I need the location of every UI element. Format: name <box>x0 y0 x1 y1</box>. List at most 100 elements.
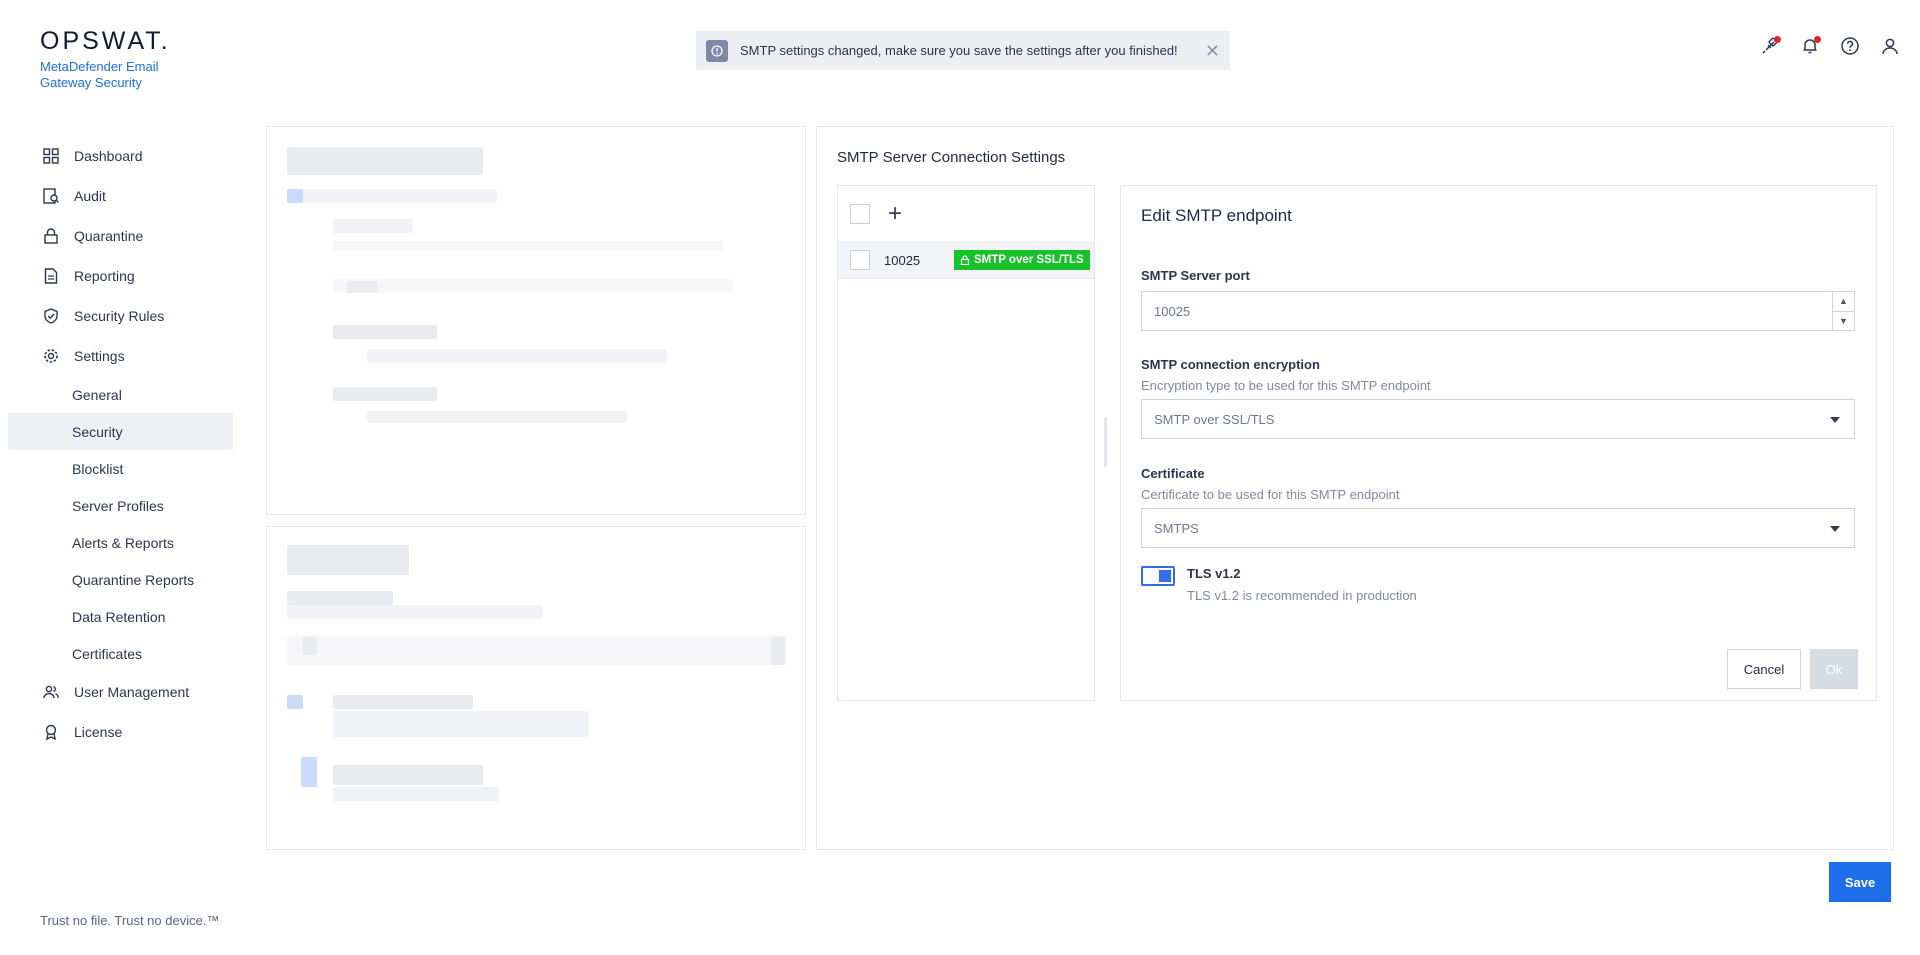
encryption-label: SMTP connection encryption <box>1141 357 1320 372</box>
lock-icon <box>960 255 970 265</box>
tls-label: TLS v1.2 <box>1187 566 1241 581</box>
help-icon[interactable] <box>1840 36 1862 58</box>
add-icon[interactable]: + <box>888 201 902 226</box>
redacted-block <box>333 279 733 293</box>
encryption-value: SMTP over SSL/TLS <box>1154 411 1275 427</box>
redacted-block <box>287 591 393 605</box>
resize-handle[interactable] <box>1104 417 1107 467</box>
notification-dot <box>1774 36 1781 43</box>
certificate-label: Certificate <box>1141 466 1205 481</box>
sidebar-sub-general[interactable]: General <box>0 376 240 413</box>
redacted-block <box>333 765 483 785</box>
redacted-panel-bottom <box>266 526 806 850</box>
header-actions <box>1760 36 1902 58</box>
redacted-block <box>333 325 437 339</box>
increment-icon[interactable]: ▲ <box>1833 292 1854 312</box>
redacted-block <box>333 711 589 737</box>
brand-name: OPSWAT. <box>40 27 171 55</box>
redacted-block <box>347 281 377 293</box>
sidebar-sub-alerts-reports[interactable]: Alerts & Reports <box>0 524 240 561</box>
list-toolbar: + <box>838 186 1094 242</box>
toggle-knob <box>1159 570 1171 582</box>
sidebar-item-dashboard[interactable]: Dashboard <box>0 136 240 176</box>
row-checkbox[interactable] <box>850 250 870 270</box>
redacted-block <box>287 545 409 575</box>
info-icon <box>706 39 728 62</box>
user-icon[interactable] <box>1880 36 1902 58</box>
sidebar-item-label: Quarantine <box>74 228 144 244</box>
redacted-block <box>287 189 497 203</box>
redacted-block <box>333 695 473 709</box>
ok-button[interactable]: Ok <box>1810 649 1858 689</box>
redacted-block <box>287 189 303 203</box>
redacted-block <box>771 637 785 665</box>
sidebar-item-user-management[interactable]: User Management <box>0 672 240 712</box>
sidebar-item-label: Security Rules <box>74 308 165 324</box>
edit-endpoint-form: Edit SMTP endpoint SMTP Server port 1002… <box>1120 185 1877 701</box>
notification-banner: SMTP settings changed, make sure you sav… <box>696 31 1230 70</box>
sidebar-item-reporting[interactable]: Reporting <box>0 256 240 296</box>
product-name: MetaDefender Email Gateway Security <box>40 59 159 90</box>
plug-icon[interactable] <box>1760 36 1782 58</box>
sidebar-item-security-rules[interactable]: Security Rules <box>0 296 240 336</box>
dashboard-icon <box>42 147 60 165</box>
redacted-block <box>333 787 499 801</box>
redacted-block <box>287 635 787 665</box>
sidebar-item-label: Settings <box>74 348 125 364</box>
banner-text: SMTP settings changed, make sure you sav… <box>740 43 1178 58</box>
save-button[interactable]: Save <box>1829 862 1891 902</box>
sidebar-item-label: Audit <box>74 188 106 204</box>
redacted-block <box>301 757 317 787</box>
sidebar-item-license[interactable]: License <box>0 712 240 752</box>
endpoint-list: + 10025 SMTP over SSL/TLS <box>837 185 1095 701</box>
logo[interactable]: OPSWAT. MetaDefender Email Gateway Secur… <box>40 28 180 91</box>
sidebar-sub-quarantine-reports[interactable]: Quarantine Reports <box>0 561 240 598</box>
port-value: 10025 <box>1154 303 1191 319</box>
sidebar-sub-certificates[interactable]: Certificates <box>0 635 240 672</box>
chevron-down-icon <box>1830 417 1840 423</box>
sidebar-item-settings[interactable]: Settings <box>0 336 240 376</box>
redacted-block <box>287 147 483 175</box>
smtp-settings-panel: SMTP Server Connection Settings + 10025 … <box>816 126 1894 850</box>
list-item[interactable]: 10025 SMTP over SSL/TLS <box>838 242 1094 279</box>
cancel-button[interactable]: Cancel <box>1727 649 1801 689</box>
redacted-block <box>303 637 317 655</box>
sidebar-sub-security[interactable]: Security <box>8 413 233 450</box>
encryption-select[interactable]: SMTP over SSL/TLS <box>1141 399 1855 439</box>
encryption-badge: SMTP over SSL/TLS <box>954 250 1090 270</box>
redacted-block <box>333 241 723 251</box>
panel-title: SMTP Server Connection Settings <box>837 149 1066 166</box>
sidebar: Dashboard Audit Quarantine Reporting Sec… <box>0 136 240 752</box>
bell-icon[interactable] <box>1800 36 1822 58</box>
sidebar-item-audit[interactable]: Audit <box>0 176 240 216</box>
select-all-checkbox[interactable] <box>850 203 870 224</box>
redacted-block <box>367 411 627 423</box>
close-icon[interactable]: ✕ <box>1205 42 1220 60</box>
sidebar-sub-server-profiles[interactable]: Server Profiles <box>0 487 240 524</box>
redacted-block <box>287 695 303 709</box>
form-title: Edit SMTP endpoint <box>1141 206 1292 225</box>
badge-label: SMTP over SSL/TLS <box>974 254 1084 266</box>
certificate-select[interactable]: SMTPS <box>1141 508 1855 548</box>
sidebar-sub-blocklist[interactable]: Blocklist <box>0 450 240 487</box>
users-icon <box>42 683 60 701</box>
sidebar-item-quarantine[interactable]: Quarantine <box>0 216 240 256</box>
document-icon <box>42 267 60 285</box>
redacted-block <box>287 605 543 619</box>
tls-toggle[interactable] <box>1141 566 1175 586</box>
decrement-icon[interactable]: ▼ <box>1833 312 1854 331</box>
sidebar-item-label: Dashboard <box>74 148 143 164</box>
port-input[interactable]: 10025 ▲ ▼ <box>1141 291 1855 331</box>
sidebar-sub-data-retention[interactable]: Data Retention <box>0 598 240 635</box>
tls-help: TLS v1.2 is recommended in production <box>1187 588 1417 603</box>
certificate-help: Certificate to be used for this SMTP end… <box>1141 487 1400 502</box>
badge-icon <box>42 723 60 741</box>
shield-check-icon <box>42 307 60 325</box>
port-label: SMTP Server port <box>1141 268 1250 283</box>
sidebar-item-label: License <box>74 724 123 740</box>
sidebar-item-label: Reporting <box>74 268 135 284</box>
encryption-help: Encryption type to be used for this SMTP… <box>1141 378 1431 393</box>
redacted-panel-top <box>266 126 806 515</box>
redacted-block <box>333 387 437 401</box>
gear-icon <box>42 347 60 365</box>
